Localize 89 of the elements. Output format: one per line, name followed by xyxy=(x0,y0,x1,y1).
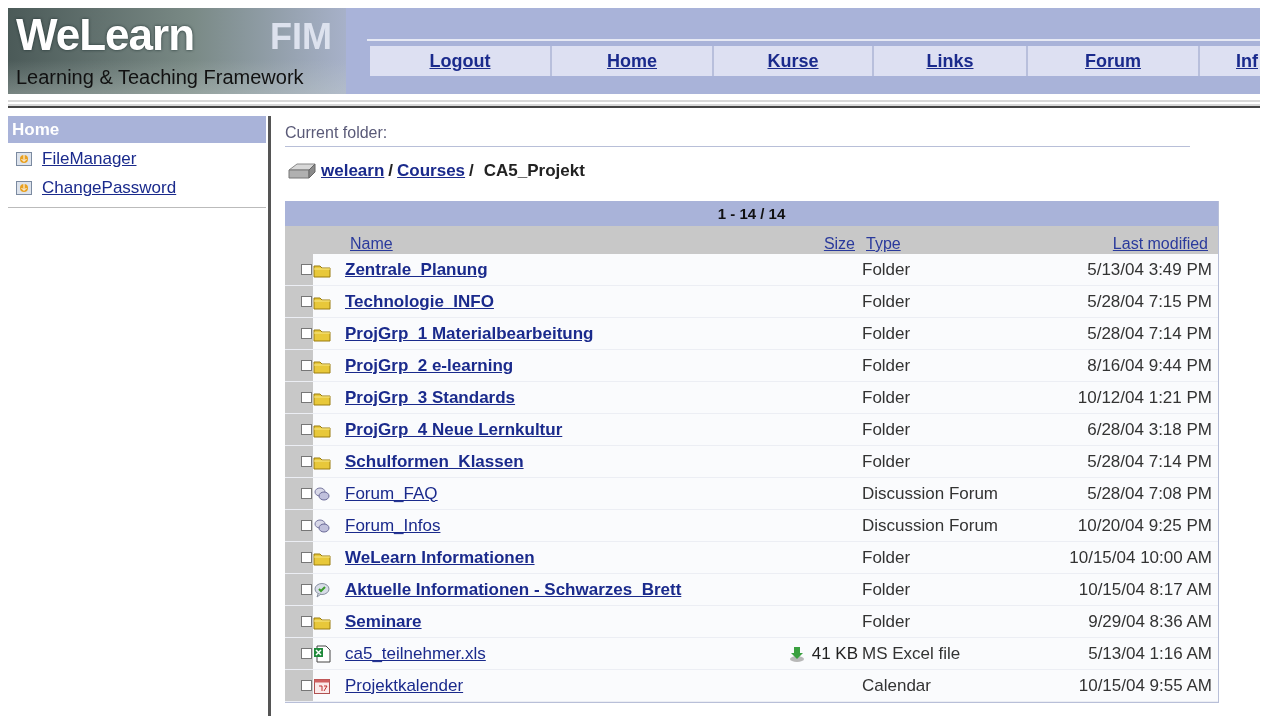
file-link[interactable]: Aktuelle Informationen - Schwarzes_Brett xyxy=(345,579,682,600)
logo-tagline: Learning & Teaching Framework xyxy=(16,66,304,89)
modified-date: 5/13/04 3:49 PM xyxy=(1087,259,1212,280)
file-type: Folder xyxy=(862,259,911,280)
nav-link[interactable]: Forum xyxy=(1028,46,1200,76)
file-link[interactable]: ProjGrp_2 e-learning xyxy=(345,355,514,376)
row-checkbox[interactable] xyxy=(301,584,312,595)
file-type: Folder xyxy=(862,355,911,376)
nav-link[interactable]: Home xyxy=(552,46,714,76)
file-link[interactable]: Zentrale_Planung xyxy=(345,259,488,280)
file-link[interactable]: Forum_FAQ xyxy=(345,483,438,504)
row-checkbox[interactable] xyxy=(301,456,312,467)
breadcrumb-link[interactable]: Courses xyxy=(397,161,466,181)
nav-link[interactable]: Inf xyxy=(1200,46,1260,76)
file-type: Folder xyxy=(862,579,911,600)
modified-date: 10/15/04 10:00 AM xyxy=(1069,547,1212,568)
drive-icon xyxy=(287,162,317,180)
file-link[interactable]: Seminare xyxy=(345,611,422,632)
speech-bubbles-icon xyxy=(313,485,331,502)
column-header[interactable]: Size xyxy=(823,235,855,253)
modified-date: 10/12/04 1:21 PM xyxy=(1077,387,1212,408)
file-link[interactable]: ca5_teilnehmer.xls xyxy=(345,643,486,664)
file-link[interactable]: ProjGrp_3 Standards xyxy=(345,387,516,408)
file-size: 41 KB xyxy=(811,643,858,664)
row-checkbox[interactable] xyxy=(301,296,312,307)
nav-link[interactable]: Links xyxy=(874,46,1028,76)
modified-date: 9/29/04 8:36 AM xyxy=(1088,611,1212,632)
file-link[interactable]: ProjGrp_4 Neue Lernkultur xyxy=(345,419,563,440)
modified-date: 10/15/04 8:17 AM xyxy=(1078,579,1212,600)
breadcrumb-link[interactable]: welearn xyxy=(321,161,385,181)
row-checkbox[interactable] xyxy=(301,392,312,403)
row-checkbox[interactable] xyxy=(301,488,312,499)
row-checkbox[interactable] xyxy=(301,680,312,691)
file-link[interactable]: Schulformen_Klassen xyxy=(345,451,524,472)
file-link[interactable]: ProjGrp_1 Materialbearbeitung xyxy=(345,323,594,344)
file-link[interactable]: WeLearn Informationen xyxy=(345,547,535,568)
file-type: Folder xyxy=(862,387,911,408)
row-checkbox[interactable] xyxy=(301,424,312,435)
row-checkbox[interactable] xyxy=(301,552,312,563)
file-link[interactable]: Forum_Infos xyxy=(345,515,441,536)
sidebar-link[interactable]: ChangePassword xyxy=(42,178,177,198)
logo-title: WeLearn xyxy=(16,10,195,60)
nav-link[interactable]: Logout xyxy=(370,46,552,76)
file-type: Discussion Forum xyxy=(862,515,999,536)
column-header[interactable]: Last modified xyxy=(1112,235,1208,253)
modified-date: 5/28/04 7:14 PM xyxy=(1087,323,1212,344)
column-header[interactable]: Name xyxy=(350,235,393,253)
sidebar-title: Home xyxy=(8,116,266,143)
row-checkbox[interactable] xyxy=(301,520,312,531)
modified-date: 5/28/04 7:15 PM xyxy=(1087,291,1212,312)
file-type: Folder xyxy=(862,323,911,344)
download-icon[interactable] xyxy=(787,644,806,663)
row-checkbox[interactable] xyxy=(301,360,312,371)
file-type: Calendar xyxy=(862,675,931,696)
modified-date: 5/28/04 7:08 PM xyxy=(1087,483,1212,504)
row-checkbox[interactable] xyxy=(301,616,312,627)
path-separator: / xyxy=(388,161,394,181)
row-checkbox[interactable] xyxy=(301,648,312,659)
file-type: Folder xyxy=(862,611,911,632)
file-link[interactable]: Projektkalender xyxy=(345,675,464,696)
module-icon xyxy=(16,181,32,195)
file-type: Folder xyxy=(862,451,911,472)
item-range: 1 - 14 / 14 xyxy=(285,201,1218,226)
row-checkbox[interactable] xyxy=(301,328,312,339)
current-folder-name: CA5_Projekt xyxy=(483,161,585,181)
file-link[interactable]: Technologie_INFO xyxy=(345,291,494,312)
file-type: Folder xyxy=(862,419,911,440)
modified-date: 5/13/04 1:16 AM xyxy=(1088,643,1212,664)
file-type: Folder xyxy=(862,547,911,568)
row-checkbox[interactable] xyxy=(301,264,312,275)
modified-date: 10/20/04 9:25 PM xyxy=(1077,515,1212,536)
modified-date: 5/28/04 7:14 PM xyxy=(1087,451,1212,472)
file-type: Discussion Forum xyxy=(862,483,999,504)
speech-bubbles-icon xyxy=(313,517,331,534)
module-icon xyxy=(16,152,32,166)
modified-date: 6/28/04 3:18 PM xyxy=(1087,419,1212,440)
current-folder-label: Current folder: xyxy=(285,124,1190,147)
logo-acronym: FIM xyxy=(270,16,332,58)
spreadsheet-icon xyxy=(313,644,331,663)
column-header[interactable]: Type xyxy=(866,235,901,253)
file-type: Folder xyxy=(862,291,911,312)
sidebar-link[interactable]: FileManager xyxy=(42,149,137,169)
path-separator: / xyxy=(469,161,474,181)
file-type: MS Excel file xyxy=(862,643,961,664)
nav-link[interactable]: Kurse xyxy=(714,46,874,76)
modified-date: 10/15/04 9:55 AM xyxy=(1078,675,1212,696)
calendar-icon xyxy=(313,676,331,695)
modified-date: 8/16/04 9:44 PM xyxy=(1087,355,1212,376)
speech-bubble-icon xyxy=(313,581,331,598)
